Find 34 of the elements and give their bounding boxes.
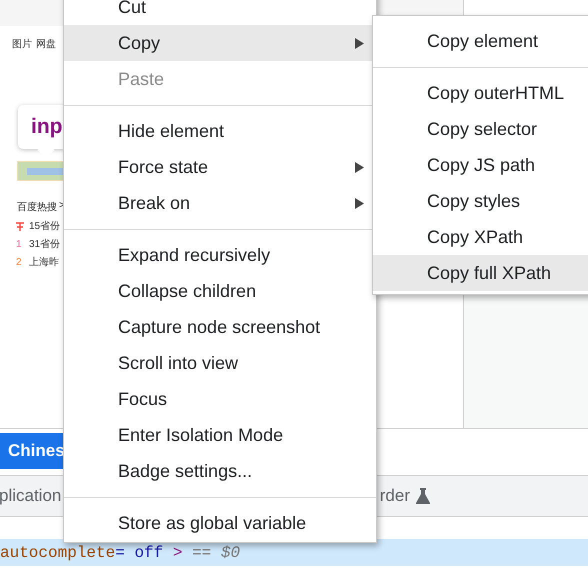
nav-link[interactable]: 网盘: [36, 37, 56, 51]
tooltip-text: inp: [30, 115, 62, 139]
menu-item[interactable]: Scroll into view: [64, 345, 376, 381]
submenu-arrow-icon: [355, 198, 364, 209]
menu-item[interactable]: Enter Isolation Mode: [64, 417, 376, 453]
rank-number: 2: [16, 256, 23, 268]
menu-item[interactable]: Copy JS path: [373, 147, 588, 183]
menu-item[interactable]: Force state: [64, 149, 376, 185]
submenu-arrow-icon: [355, 162, 364, 173]
menu-item[interactable]: Focus: [64, 381, 376, 417]
hot-search-item[interactable]: 上海昨: [29, 255, 59, 269]
flask-icon: [416, 488, 430, 504]
panel-tab[interactable]: plication: [0, 486, 62, 506]
menu-item[interactable]: Copy element: [373, 23, 588, 59]
hot-search-item[interactable]: 31省份: [29, 237, 60, 251]
hot-search-item[interactable]: 15省份: [29, 219, 60, 233]
menu-item[interactable]: Cut: [64, 0, 376, 25]
menu-item[interactable]: Copy XPath: [373, 219, 588, 255]
hot-search-title[interactable]: 百度热搜: [17, 200, 57, 214]
menu-item[interactable]: Copy selector: [373, 111, 588, 147]
panel-tab[interactable]: rder: [380, 486, 410, 506]
menu-item[interactable]: Copy styles: [373, 183, 588, 219]
rank-number: 1: [16, 238, 23, 250]
menu-item[interactable]: Capture node screenshot: [64, 309, 376, 345]
menu-item[interactable]: Copy full XPath: [373, 255, 588, 291]
menu-item[interactable]: Store as global variable: [64, 505, 376, 541]
menu-item[interactable]: Copy outerHTML: [373, 75, 588, 111]
menu-item[interactable]: Collapse children: [64, 273, 376, 309]
menu-item[interactable]: Break on: [64, 185, 376, 221]
nav-link[interactable]: 图片: [12, 37, 32, 51]
menu-item[interactable]: Hide element: [64, 113, 376, 149]
menu-item[interactable]: Badge settings...: [64, 453, 376, 489]
menu-item[interactable]: Expand recursively: [64, 237, 376, 273]
submenu-arrow-icon: [355, 38, 364, 49]
